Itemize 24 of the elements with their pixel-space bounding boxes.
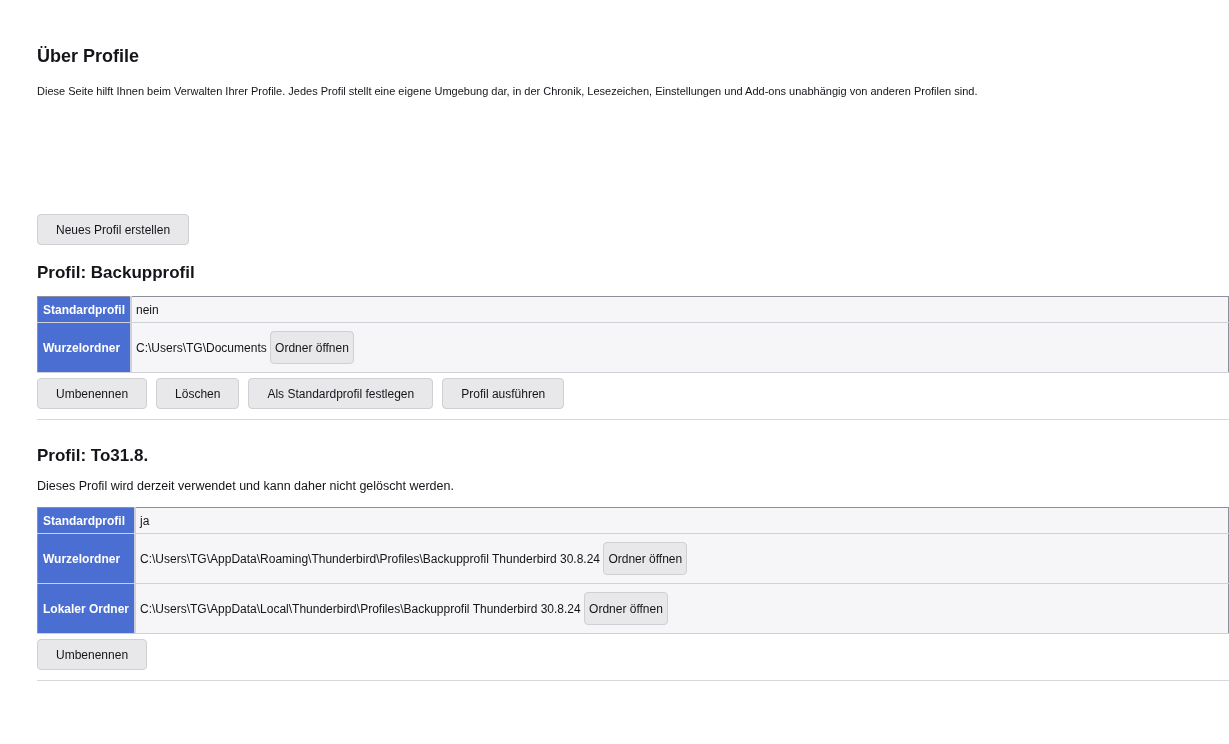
- row-value: ja: [140, 513, 150, 528]
- row-label: Standardprofil: [37, 296, 131, 323]
- profile-action-button[interactable]: Umbenennen: [37, 378, 148, 409]
- new-profile-button[interactable]: Neues Profil erstellen: [37, 214, 190, 245]
- profile-action-button[interactable]: Als Standardprofil festlegen: [248, 378, 434, 409]
- profile-note: Dieses Profil wird derzeit verwendet und kann daher nicht gelöscht werden.: [37, 479, 455, 493]
- row-value: nein: [136, 302, 159, 317]
- row-label: Lokaler Ordner: [37, 583, 136, 634]
- open-folder-button[interactable]: Ordner öffnen: [603, 542, 688, 575]
- open-folder-button[interactable]: Ordner öffnen: [584, 592, 668, 625]
- profile-action-button[interactable]: Profil ausführen: [442, 378, 565, 409]
- profile-action-button[interactable]: Löschen: [156, 378, 240, 409]
- row-value: C:\Users\TG\AppData\Roaming\Thunderbird\Profiles\Backupprofil Thunderbird 30.8.24: [140, 551, 601, 566]
- row-value: C:\Users\TG\Documents: [136, 340, 267, 355]
- profile-action-button[interactable]: Umbenennen: [37, 639, 148, 670]
- row-label: Wurzelordner: [37, 533, 136, 584]
- profile-heading: Profil: To31.8.: [37, 446, 150, 466]
- row-value: C:\Users\TG\AppData\Local\Thunderbird\Profiles\Backupprofil Thunderbird 30.8.24: [140, 601, 581, 616]
- page-description: Diese Seite hilft Ihnen beim Verwalten Ihrer Profile. Jedes Profil stellt eine eigene Umgebung dar, in der Chronik, Lesezeichen, Einstellungen und Add-ons unabhängig von anderen Profilen sind.: [37, 85, 979, 97]
- row-label: Standardprofil: [37, 507, 136, 534]
- profile-heading: Profil: Backupprofil: [37, 263, 196, 283]
- open-folder-button[interactable]: Ordner öffnen: [270, 331, 354, 364]
- page-title: Über Profile: [37, 46, 141, 67]
- row-label: Wurzelordner: [37, 322, 131, 373]
